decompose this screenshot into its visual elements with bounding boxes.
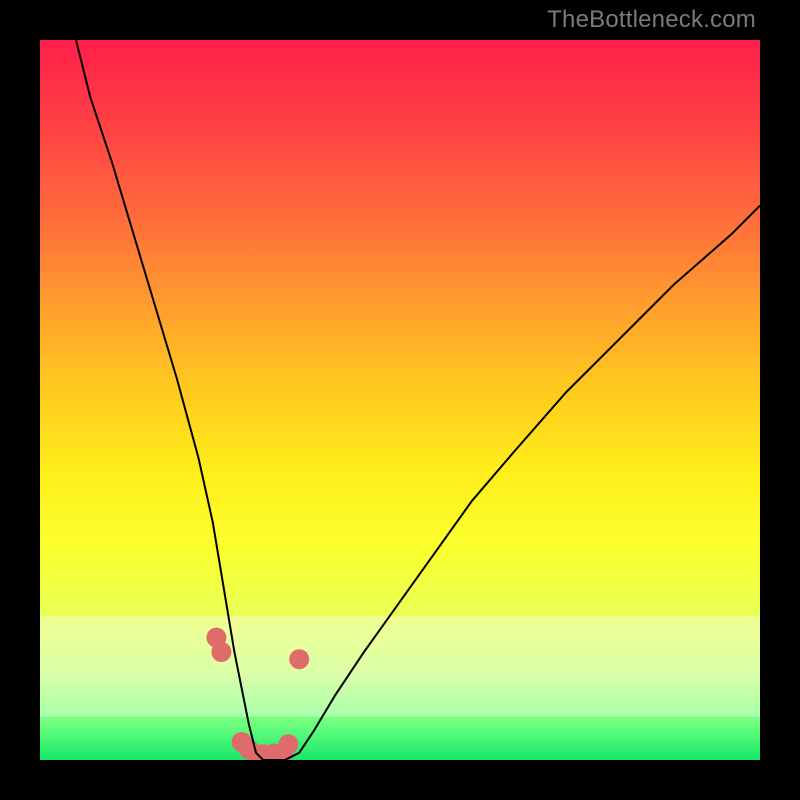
chart-frame: TheBottleneck.com: [0, 0, 800, 800]
watermark-text: TheBottleneck.com: [547, 6, 756, 34]
pale-band: [40, 616, 760, 717]
